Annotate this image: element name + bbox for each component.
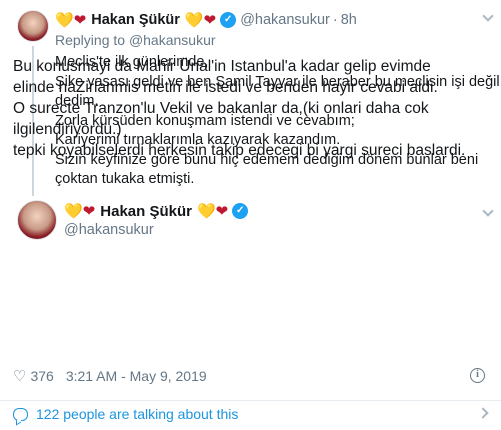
red-heart-icon: ❤	[215, 202, 229, 220]
tweet-meta-row: ♡ 376 3:21 AM - May 9, 2019 i	[13, 366, 493, 386]
main-author-name[interactable]: Hakan Şükür	[100, 203, 192, 220]
chevron-right-icon[interactable]	[477, 407, 489, 419]
talking-about-link[interactable]: 122 people are talking about this	[13, 403, 238, 425]
talking-about-label: 122 people are talking about this	[36, 406, 239, 422]
yellow-heart-icon: 💛	[64, 202, 83, 220]
heart-like-icon[interactable]: ♡	[13, 369, 26, 384]
main-tweet-line: O surecte Tranzon'lu Vekil ve bakanlar d…	[13, 100, 429, 117]
parent-tweet-line: çoktan tukaka etmişti.	[55, 171, 195, 187]
main-tweet-line: elinde haZirlanmis metin ile istedi ve b…	[13, 79, 438, 96]
verified-badge-icon: ✓	[220, 12, 237, 28]
tweet-timestamp[interactable]: 3:21 AM - May 9, 2019	[66, 368, 207, 384]
main-author-block: 💛 ❤ Hakan Şükür 💛 ❤ ✓ @hakansukur	[64, 200, 249, 238]
red-heart-icon: ❤	[73, 11, 87, 29]
verified-badge-icon: ✓	[232, 203, 249, 219]
parent-tweet-header: 💛 ❤ Hakan Şükür 💛 ❤ ✓ @hakansukur · 8h	[55, 10, 495, 30]
main-tweet-text: Bu konusmayi da Mahir Ünal'in Istanbul'a…	[13, 56, 493, 161]
comment-bubble-icon	[13, 407, 28, 421]
parent-tweet-time[interactable]: 8h	[341, 12, 357, 28]
separator-dot: ·	[332, 12, 338, 28]
yellow-heart-icon: 💛	[184, 11, 204, 29]
yellow-heart-icon: 💛	[196, 202, 216, 220]
main-author-handle[interactable]: @hakansukur	[64, 222, 248, 238]
red-heart-icon: ❤	[82, 202, 96, 220]
parent-author-handle[interactable]: @hakansukur	[240, 12, 330, 28]
parent-avatar-column	[17, 10, 49, 196]
like-count[interactable]: 376	[30, 368, 53, 384]
red-heart-icon: ❤	[203, 11, 217, 29]
parent-avatar[interactable]	[17, 10, 49, 42]
replying-to-handle[interactable]: @hakansukur	[129, 32, 216, 48]
parent-tweet-menu-chevron-down-icon[interactable]	[483, 12, 493, 22]
main-tweet-header: 💛 ❤ Hakan Şükür 💛 ❤ ✓	[64, 200, 249, 222]
divider	[0, 400, 501, 401]
main-tweet-line: Bu konusmayi da Mahir Ünal'in Istanbul'a…	[13, 58, 431, 75]
main-avatar[interactable]	[17, 200, 57, 240]
yellow-heart-icon: 💛	[55, 11, 74, 29]
parent-author-name[interactable]: Hakan Şükür	[91, 12, 180, 28]
replying-to-label: Replying to	[55, 32, 126, 48]
main-tweet-line: ilgilendiriyordu.)	[13, 121, 122, 138]
info-icon[interactable]: i	[470, 368, 485, 383]
main-tweet-menu-chevron-down-icon[interactable]	[483, 207, 493, 217]
main-tweet-line: tepki koyabilselerdi herkesin takip edec…	[13, 142, 466, 159]
replying-to: Replying to @hakansukur	[55, 32, 495, 50]
